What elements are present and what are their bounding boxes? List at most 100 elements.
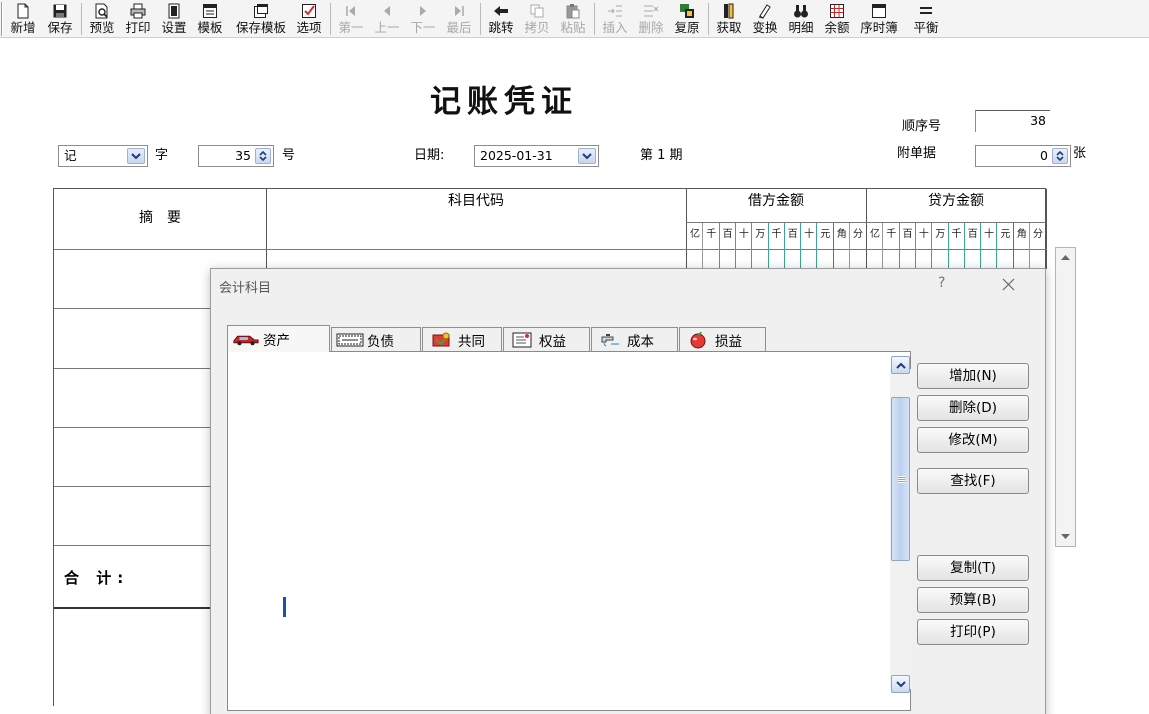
save-button[interactable]: 保存	[42, 1, 78, 37]
digit-rule	[702, 223, 704, 269]
row-rule	[54, 308, 214, 309]
tab-common[interactable]: 共同	[422, 327, 502, 351]
balance-check-button[interactable]: 平衡	[906, 1, 946, 37]
next-button[interactable]: 下一	[405, 1, 441, 37]
attachment-label: 附单据	[897, 146, 937, 161]
debit-digit-label: 分	[853, 229, 863, 240]
credit-digit-label: 分	[1033, 229, 1043, 240]
help-button[interactable]: ?	[938, 275, 945, 291]
page-setup-button[interactable]: 设置	[156, 1, 192, 37]
previous-button[interactable]: 上一	[369, 1, 405, 37]
grid-vertical-scrollbar[interactable]	[1055, 247, 1076, 547]
transform-button[interactable]: 变换	[747, 1, 783, 37]
copy-button[interactable]: 拷贝	[519, 1, 555, 37]
paste-button[interactable]: 粘贴	[555, 1, 591, 37]
car-icon	[232, 331, 260, 347]
tools-icon	[427, 332, 455, 348]
tab-equity[interactable]: 权益	[503, 327, 590, 351]
toolbar-separator	[330, 3, 331, 35]
preview-button[interactable]: 预览	[84, 1, 120, 37]
sequence-number-field[interactable]: 38	[975, 110, 1050, 132]
digit-rule	[914, 223, 916, 269]
scroll-up-icon[interactable]	[891, 356, 910, 374]
debit-digit-label: 亿	[690, 229, 700, 240]
journal-button[interactable]: 序时簿	[855, 1, 903, 37]
spin-arrows-icon[interactable]	[1052, 148, 1068, 164]
find-account-button[interactable]: 查找(F)	[917, 468, 1029, 494]
tab-profit-loss[interactable]: 损益	[679, 327, 766, 351]
digit-rule	[734, 223, 736, 269]
column-header-debit: 借方金额	[748, 193, 804, 209]
row-rule	[54, 486, 214, 487]
tab-assets[interactable]: 资产	[227, 325, 330, 352]
chevron-down-icon[interactable]	[127, 148, 145, 164]
scroll-grip-icon	[898, 476, 905, 483]
template-button[interactable]: 模板	[192, 1, 228, 37]
digit-rule	[882, 223, 884, 269]
detail-button[interactable]: 明细	[783, 1, 819, 37]
toolbar-separator	[708, 3, 709, 35]
scroll-up-icon[interactable]	[1056, 248, 1075, 266]
credit-digit-label: 亿	[870, 229, 880, 240]
attachment-count-spinner[interactable]: 0	[975, 145, 1071, 167]
voucher-word-value: 记	[64, 148, 77, 163]
spin-arrows-icon[interactable]	[255, 148, 271, 164]
save-template-button[interactable]: 保存模板	[230, 1, 292, 37]
debit-digit-label: 元	[820, 229, 831, 240]
copy-account-button[interactable]: 复制(T)	[917, 555, 1029, 581]
voucher-number-value: 35	[235, 148, 251, 163]
voucher-word-select[interactable]: 记	[58, 145, 148, 167]
tab-liabilities[interactable]: 负债	[331, 327, 421, 351]
print-button[interactable]: 打印	[120, 1, 156, 37]
voucher-number-spinner[interactable]: 35	[198, 145, 274, 167]
delete-account-button[interactable]: 删除(D)	[917, 395, 1029, 421]
budget-button[interactable]: 预算(B)	[917, 587, 1029, 613]
scroll-down-icon[interactable]	[891, 675, 910, 693]
debit-digit-label: 十	[804, 229, 815, 240]
insert-button[interactable]: 插入	[597, 1, 633, 37]
period-label: 第 1 期	[640, 148, 683, 163]
digit-rule	[800, 223, 802, 269]
sequence-number-value: 38	[1030, 113, 1046, 128]
restore-button[interactable]: 复原	[669, 1, 705, 37]
new-button[interactable]: 新增	[5, 1, 41, 37]
banknote-icon	[336, 332, 364, 348]
fetch-button[interactable]: 获取	[711, 1, 747, 37]
jump-button[interactable]: 跳转	[483, 1, 519, 37]
calendar-dropdown-icon[interactable]	[578, 148, 596, 164]
toolbar: 新增 保存 预览 打印 设置 模板 保存模板 选项 第一 上一 下一 最后 跳转…	[0, 0, 1149, 38]
debit-digit-label: 角	[836, 229, 847, 240]
modify-account-button[interactable]: 修改(M)	[917, 427, 1029, 453]
add-account-button[interactable]: 增加(N)	[917, 363, 1029, 389]
options-button[interactable]: 选项	[291, 1, 327, 37]
printer-icon	[130, 3, 146, 19]
credit-digit-label: 十	[918, 229, 929, 240]
text-caret	[283, 597, 286, 617]
credit-digit-row: 亿千百十万千百十元角分	[867, 228, 1046, 242]
account-list-scrollbar[interactable]	[890, 356, 911, 693]
close-icon[interactable]	[997, 274, 1019, 294]
tab-cost-label: 成本	[627, 333, 654, 350]
last-button[interactable]: 最后	[441, 1, 477, 37]
delete-button[interactable]: 删除	[633, 1, 669, 37]
total-rule	[54, 607, 214, 609]
scroll-thumb[interactable]	[891, 397, 910, 561]
voucher-window: 新增 保存 预览 打印 设置 模板 保存模板 选项 第一 上一 下一 最后 跳转…	[0, 0, 1149, 714]
tab-cost[interactable]: 成本	[591, 327, 678, 351]
word-label: 字	[155, 148, 169, 163]
account-list-panel[interactable]	[227, 351, 911, 711]
voucher-title: 记账凭证	[430, 84, 578, 120]
print-accounts-button[interactable]: 打印(P)	[917, 619, 1029, 645]
balance-button[interactable]: 余额	[819, 1, 855, 37]
certificate-icon	[508, 332, 536, 348]
toolbar-separator	[594, 3, 595, 35]
jump-arrow-icon	[493, 3, 509, 19]
previous-record-icon	[379, 3, 395, 19]
date-picker[interactable]: 2025-01-31	[474, 145, 599, 167]
first-button[interactable]: 第一	[333, 1, 369, 37]
debit-digit-row: 亿千百十万千百十元角分	[687, 228, 866, 242]
last-record-icon	[451, 3, 467, 19]
scroll-down-icon[interactable]	[1056, 528, 1075, 546]
copy-icon	[529, 3, 545, 19]
delete-row-icon	[643, 3, 659, 19]
